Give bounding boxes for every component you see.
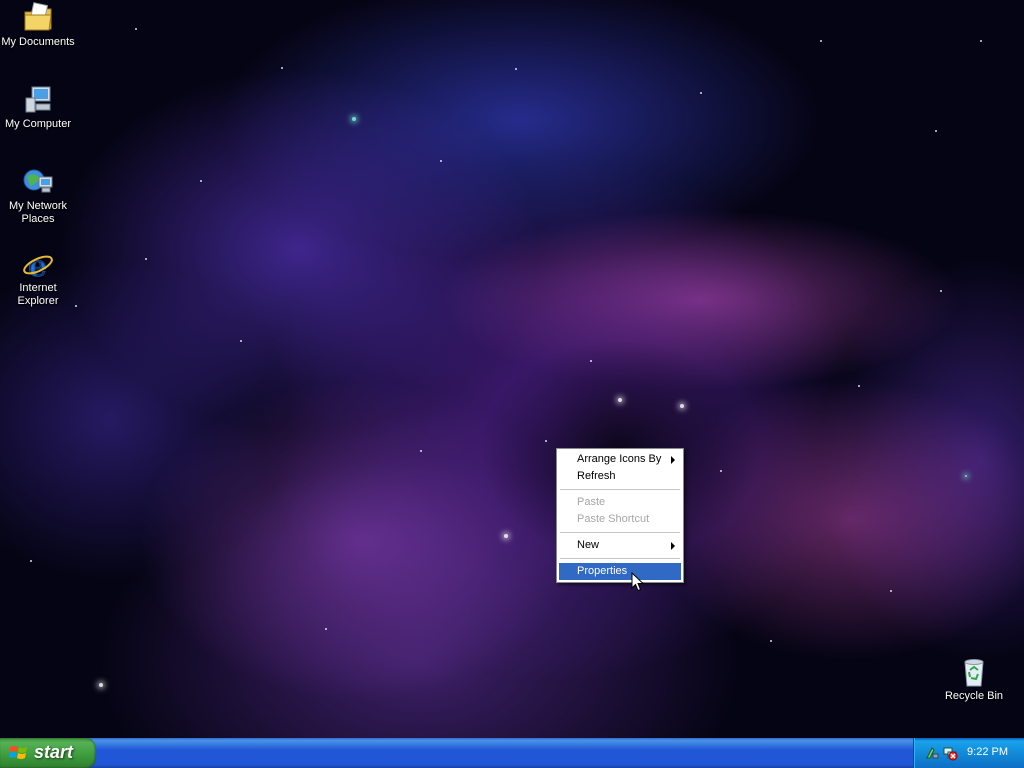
- internet-explorer-icon: e: [23, 249, 53, 280]
- star: [240, 340, 242, 342]
- desktop[interactable]: My Documents My Computer My Network Plac…: [0, 0, 1024, 738]
- desktop-icon-my-documents[interactable]: My Documents: [0, 2, 76, 49]
- mouse-cursor-icon: [631, 572, 645, 592]
- desktop-icon-label: Recycle Bin: [944, 690, 1004, 702]
- menu-item-properties[interactable]: Properties: [559, 563, 681, 580]
- my-documents-icon: [24, 2, 52, 31]
- menu-item-arrange-icons-by[interactable]: Arrange Icons By: [559, 451, 681, 468]
- star: [420, 450, 422, 452]
- recycle-bin-icon: [964, 659, 984, 687]
- star: [200, 180, 202, 182]
- star: [545, 440, 547, 442]
- menu-item-new[interactable]: New: [559, 537, 681, 554]
- desktop-icon-recycle-bin[interactable]: Recycle Bin: [936, 656, 1012, 703]
- menu-separator: [560, 532, 680, 533]
- star: [618, 398, 622, 402]
- windows-logo-icon: [9, 746, 27, 759]
- star: [30, 560, 32, 562]
- star: [99, 683, 103, 687]
- star: [504, 534, 508, 538]
- network-places-icon: [23, 169, 53, 193]
- menu-item-label: Refresh: [577, 470, 616, 482]
- star: [820, 40, 822, 42]
- star: [935, 130, 937, 132]
- menu-item-paste: Paste: [559, 494, 681, 511]
- menu-item-label: Paste Shortcut: [577, 513, 650, 525]
- desktop-context-menu: Arrange Icons By Refresh Paste Paste Sho…: [556, 448, 684, 583]
- star: [352, 117, 356, 121]
- desktop-icon-my-computer[interactable]: My Computer: [0, 84, 76, 131]
- star: [700, 92, 702, 94]
- start-button[interactable]: start: [0, 738, 96, 768]
- desktop-icon-internet-explorer[interactable]: e Internet Explorer: [0, 248, 76, 308]
- svg-text:e: e: [28, 249, 47, 280]
- system-tray: 9:22 PM: [913, 738, 1024, 768]
- desktop-icon-label: My Documents: [1, 36, 75, 48]
- star: [965, 475, 967, 477]
- star: [940, 290, 942, 292]
- desktop-icon-my-network-places[interactable]: My Network Places: [0, 166, 76, 226]
- desktop-icon-label: Internet Explorer: [17, 282, 59, 307]
- submenu-arrow-icon: [671, 542, 675, 550]
- star: [145, 258, 147, 260]
- menu-item-label: Arrange Icons By: [577, 453, 662, 465]
- star: [325, 628, 327, 630]
- star: [680, 404, 684, 408]
- clock[interactable]: 9:22 PM: [967, 746, 1008, 758]
- star: [890, 590, 892, 592]
- taskbar: start 9:22 PM: [0, 738, 1024, 768]
- star: [590, 360, 592, 362]
- menu-item-refresh[interactable]: Refresh: [559, 468, 681, 485]
- submenu-arrow-icon: [671, 456, 675, 464]
- menu-item-paste-shortcut: Paste Shortcut: [559, 511, 681, 528]
- network-disconnected-icon[interactable]: [942, 745, 958, 761]
- safely-remove-hardware-icon[interactable]: [924, 745, 940, 761]
- star: [770, 640, 772, 642]
- desktop-icon-label: My Network Places: [8, 200, 68, 225]
- star: [720, 470, 722, 472]
- menu-separator: [560, 558, 680, 559]
- my-computer-icon: [25, 86, 51, 113]
- star: [135, 28, 137, 30]
- menu-item-label: Paste: [577, 496, 606, 508]
- star: [515, 68, 517, 70]
- start-label: start: [34, 742, 74, 762]
- menu-separator: [560, 489, 680, 490]
- star: [858, 385, 860, 387]
- star: [281, 67, 283, 69]
- star: [980, 40, 982, 42]
- desktop-icon-label: My Computer: [4, 118, 72, 130]
- menu-item-label: Properties: [577, 565, 628, 577]
- menu-item-label: New: [577, 539, 600, 551]
- star: [440, 160, 442, 162]
